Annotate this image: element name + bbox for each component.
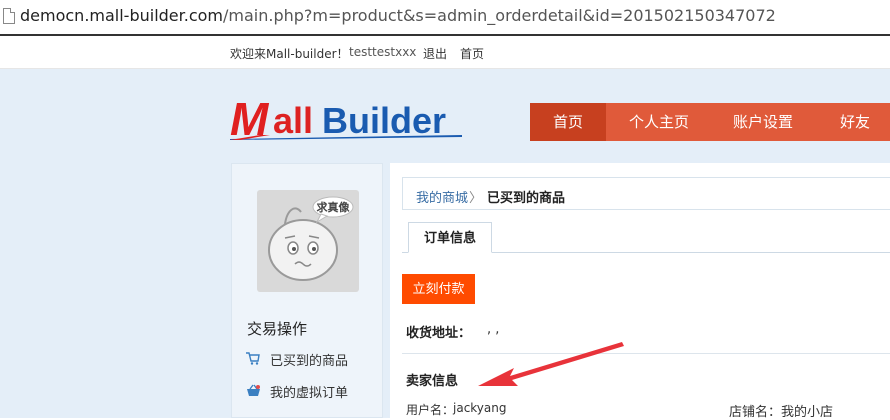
url-path: /main.php?m=product&s=admin_orderdetail&…	[223, 6, 776, 25]
default-avatar-icon: 求真像	[268, 196, 354, 281]
nav-item-friends[interactable]: 好友	[828, 103, 882, 141]
avatar-bubble-text: 求真像	[317, 200, 351, 214]
breadcrumb-current: 已买到的商品	[487, 191, 566, 206]
sidebar-item-label: 已买到的商品	[270, 354, 349, 369]
avatar[interactable]: 求真像	[257, 190, 359, 292]
url-host: democn.mall-builder.com	[20, 6, 224, 25]
page-icon	[3, 8, 15, 24]
nav-item-profile[interactable]: 个人主页	[616, 103, 702, 141]
sidebar-item-label: 我的虚拟订单	[270, 386, 349, 401]
seller-shop-label: 店铺名：	[729, 405, 782, 420]
seller-shop-value: 我的小店	[781, 405, 834, 420]
basket-icon	[246, 384, 262, 401]
cart-icon	[246, 352, 262, 369]
home-link[interactable]: 首页	[460, 45, 484, 62]
breadcrumb-root-link[interactable]: 我的商城	[416, 187, 468, 206]
seller-info-title: 卖家信息	[406, 374, 459, 389]
breadcrumb: 我的商城 〉 已买到的商品	[402, 177, 890, 210]
username-link[interactable]: testtestxxx	[349, 45, 416, 59]
trade-section-title: 交易操作	[247, 320, 308, 338]
address-bar[interactable]: democn.mall-builder.com/main.php?m=produ…	[0, 0, 890, 35]
mallbuilder-logo[interactable]: M all Builder	[230, 96, 465, 142]
logo-underline	[230, 135, 462, 140]
shipping-address-label: 收货地址：	[406, 326, 472, 341]
logout-link[interactable]: 退出	[423, 45, 447, 62]
url-text[interactable]: democn.mall-builder.com/main.php?m=produ…	[20, 6, 776, 25]
pay-now-button[interactable]: 立刻付款	[402, 274, 475, 304]
sidebar-item-virtual-orders[interactable]: 我的虚拟订单	[246, 382, 348, 401]
breadcrumb-separator: 〉	[469, 191, 483, 206]
seller-username-value: jackyang	[453, 401, 507, 415]
main-nav: 首页 个人主页 账户设置 好友	[530, 103, 890, 141]
sidebar-item-bought-goods[interactable]: 已买到的商品	[246, 350, 348, 369]
top-links-bar: 欢迎来Mall-builder！ testtestxxx 退出 首页	[0, 36, 890, 69]
tab-order-info[interactable]: 订单信息	[408, 222, 492, 253]
annotation-arrow-icon	[478, 342, 624, 386]
nav-item-account-settings[interactable]: 账户设置	[720, 103, 806, 141]
nav-item-home[interactable]: 首页	[530, 103, 606, 141]
welcome-text: 欢迎来Mall-builder！	[230, 47, 349, 61]
seller-username-label: 用户名：	[406, 403, 455, 417]
